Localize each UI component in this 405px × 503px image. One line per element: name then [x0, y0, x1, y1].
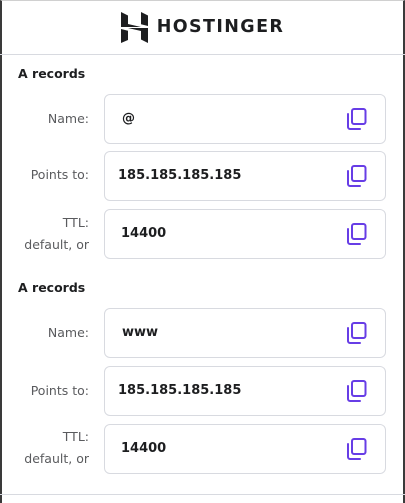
hostinger-logo-icon [120, 11, 148, 43]
points-to-value[interactable]: 185.185.185.185 [118, 152, 241, 200]
copy-icon[interactable] [346, 108, 367, 130]
copy-icon[interactable] [346, 165, 367, 187]
section-title-a-records: A records [18, 280, 86, 295]
points-to-field[interactable]: 185.185.185.185 [104, 151, 386, 201]
ttl-label-line2: default, or [24, 451, 89, 466]
name-value[interactable]: @ [122, 95, 135, 143]
ttl-label: TTL: default, or [0, 212, 89, 256]
name-value[interactable]: www [122, 309, 158, 357]
ttl-label-line1: TTL: [62, 215, 89, 230]
copy-icon[interactable] [346, 438, 367, 460]
name-label: Name: [47, 111, 89, 126]
copy-icon[interactable] [346, 223, 367, 245]
points-to-label: Points to: [30, 383, 89, 398]
ttl-label-line1: TTL: [62, 429, 89, 444]
ttl-label-line2: default, or [24, 237, 89, 252]
copy-icon[interactable] [346, 380, 367, 402]
name-label: Name: [47, 325, 89, 340]
points-to-field[interactable]: 185.185.185.185 [104, 366, 386, 416]
bottom-divider [0, 494, 405, 495]
ttl-value[interactable]: 14400 [121, 425, 166, 473]
brand-name: HOSTINGER [156, 17, 285, 37]
ttl-value[interactable]: 14400 [121, 210, 166, 258]
name-field[interactable]: www [104, 308, 386, 358]
points-to-value[interactable]: 185.185.185.185 [118, 367, 241, 415]
ttl-field[interactable]: 14400 [104, 209, 386, 259]
section-title-a-records: A records [18, 66, 86, 81]
header: HOSTINGER [0, 0, 405, 55]
points-to-label: Points to: [30, 167, 89, 182]
brand-logo: HOSTINGER [120, 11, 285, 43]
name-field[interactable]: @ [104, 94, 386, 144]
copy-icon[interactable] [346, 322, 367, 344]
ttl-field[interactable]: 14400 [104, 424, 386, 474]
ttl-label: TTL: default, or [0, 426, 89, 470]
